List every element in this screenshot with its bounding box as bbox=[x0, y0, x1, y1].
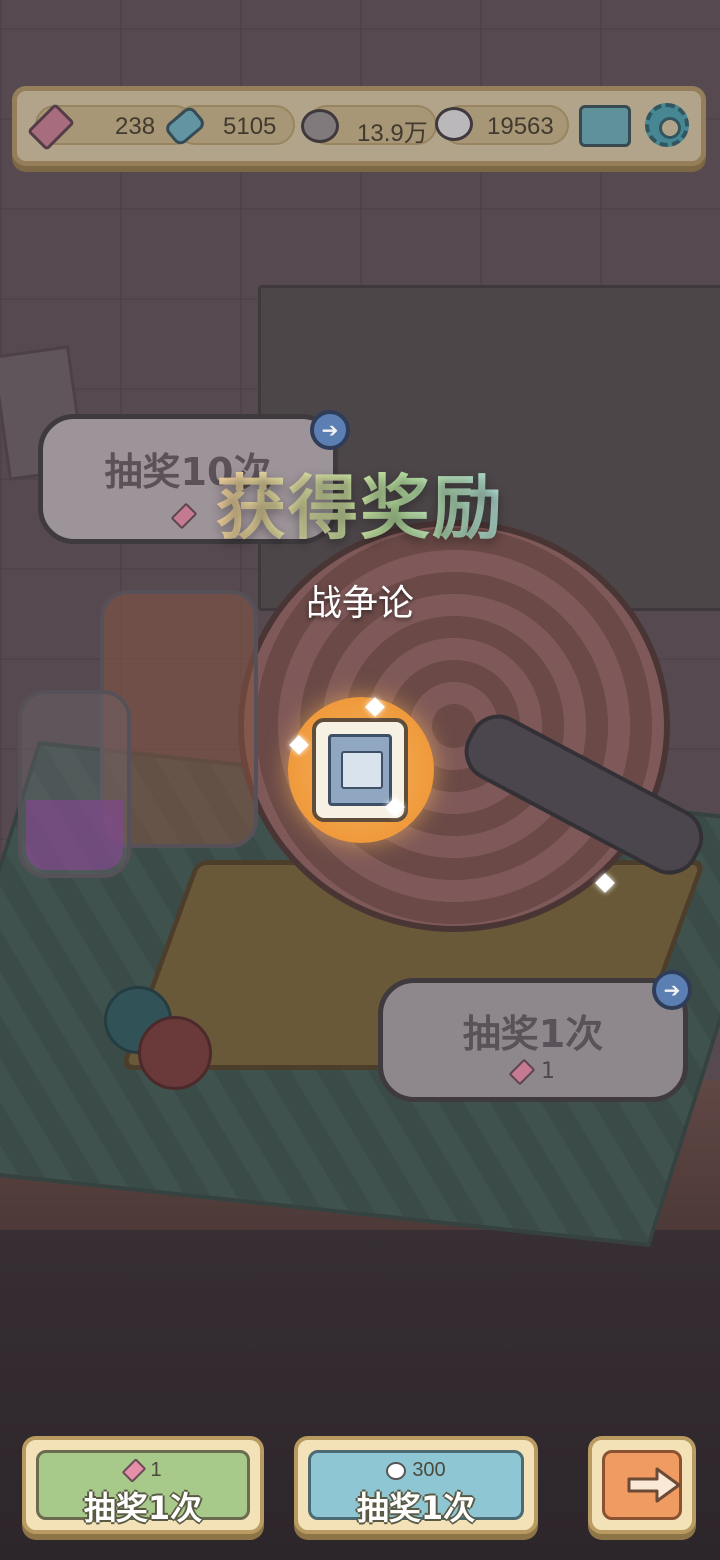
ghost-bubble-icon bbox=[386, 1461, 407, 1480]
arrow-right-icon[interactable]: ➔ bbox=[652, 970, 692, 1010]
draw-one-ticket-button[interactable]: 1 抽奖1次 bbox=[22, 1436, 264, 1534]
reward-title: 获得奖励 bbox=[0, 452, 720, 553]
draw-one-cost: 1 bbox=[383, 1058, 683, 1086]
next-button-face bbox=[602, 1450, 682, 1520]
draw-one-label: 抽奖1次 bbox=[462, 1012, 604, 1056]
ticket-icon bbox=[122, 1458, 147, 1484]
draw-one-bubble-button-face: 300 抽奖1次 bbox=[308, 1450, 524, 1527]
reward-item-name: 战争论 bbox=[305, 583, 414, 624]
draw-one-bubble[interactable]: 抽奖1次 1 bbox=[378, 978, 688, 1102]
bubble-cost-value: 300 bbox=[412, 1459, 446, 1481]
draw-one-ticket-label: 抽奖1次 bbox=[83, 1489, 203, 1527]
arrow-right-icon[interactable]: ➔ bbox=[310, 410, 350, 450]
next-button[interactable] bbox=[588, 1436, 696, 1534]
arrow-right-icon bbox=[627, 1467, 681, 1503]
ticket-cost: 1 bbox=[39, 1458, 247, 1484]
ticket-icon bbox=[508, 1058, 536, 1086]
bubble-cost: 300 bbox=[311, 1459, 521, 1482]
draw-one-bubble-label: 抽奖1次 bbox=[356, 1489, 476, 1527]
draw-one-bubble-button[interactable]: 300 抽奖1次 bbox=[294, 1436, 538, 1534]
ticket-cost-value: 1 bbox=[150, 1459, 162, 1481]
book-icon bbox=[328, 734, 392, 806]
draw-one-cost-value: 1 bbox=[541, 1059, 555, 1084]
draw-one-ticket-button-face: 1 抽奖1次 bbox=[36, 1450, 250, 1527]
